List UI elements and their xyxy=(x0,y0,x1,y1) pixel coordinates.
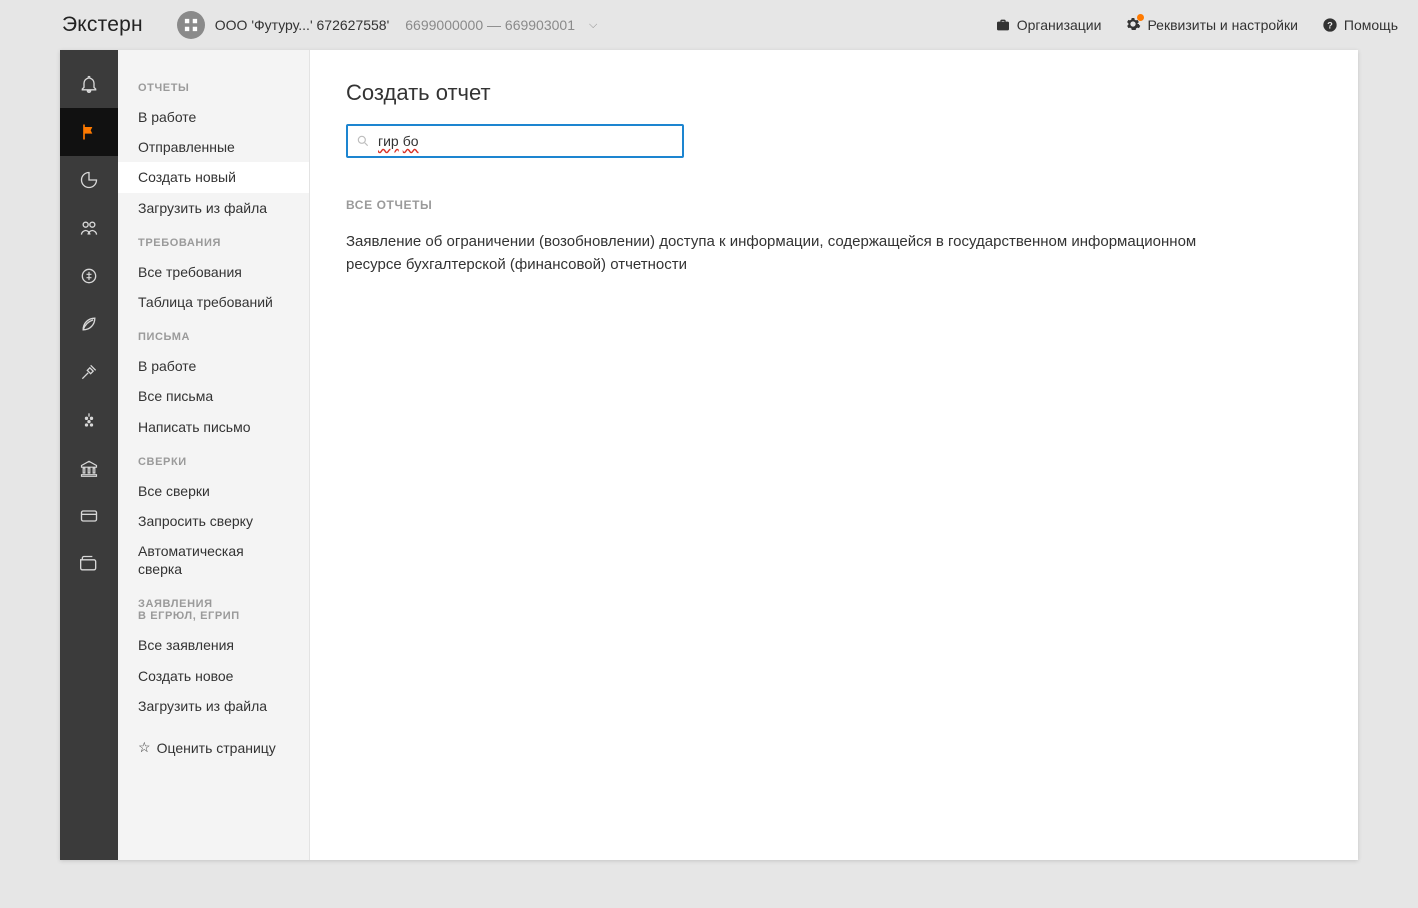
nav-analytics[interactable] xyxy=(60,156,118,204)
nav-leaf[interactable] xyxy=(60,300,118,348)
search-input[interactable]: гир бо xyxy=(346,124,684,158)
sidebar-item-create-new[interactable]: Создать новый xyxy=(118,162,309,192)
question-icon: ? xyxy=(1322,17,1338,33)
sidebar-item-all-sverki[interactable]: Все сверки xyxy=(118,476,309,506)
sidebar-item-write-letter[interactable]: Написать письмо xyxy=(118,412,309,442)
grapes-icon xyxy=(79,410,99,430)
org-codes: 6699000000 — 669903001 xyxy=(405,17,575,33)
side-group-requirements: ТРЕБОВАНИЯ Все требования Таблица требов… xyxy=(118,223,309,317)
bank-icon xyxy=(79,458,99,478)
briefcase-icon xyxy=(995,17,1011,33)
search-word-2: бо xyxy=(403,133,419,149)
sidebar-item-create-zayav[interactable]: Создать новое xyxy=(118,661,309,691)
nav-people[interactable] xyxy=(60,204,118,252)
side-title-reports: ОТЧЕТЫ xyxy=(118,68,309,102)
side-title-requirements: ТРЕБОВАНИЯ xyxy=(118,223,309,257)
nav-coin[interactable] xyxy=(60,252,118,300)
sidebar-item-request-sverka[interactable]: Запросить сверку xyxy=(118,506,309,536)
icon-sidebar xyxy=(60,50,118,860)
settings-label: Реквизиты и настройки xyxy=(1147,17,1297,33)
search-word-1: гир xyxy=(378,133,399,149)
nav-notifications[interactable] xyxy=(60,60,118,108)
report-result[interactable]: Заявление об ограничении (возобновлении)… xyxy=(346,230,1226,277)
organizations-label: Организации xyxy=(1017,17,1102,33)
nav-bank[interactable] xyxy=(60,444,118,492)
org-selector[interactable]: ООО 'Футуру...' 672627558' 6699000000 — … xyxy=(177,11,598,39)
top-links: Организации Реквизиты и настройки ? Помо… xyxy=(995,16,1398,35)
nav-reports[interactable] xyxy=(60,108,118,156)
pie-icon xyxy=(79,170,99,190)
help-link[interactable]: ? Помощь xyxy=(1322,17,1398,33)
app-logo: Экстерн xyxy=(0,13,177,37)
star-icon: ☆ xyxy=(138,739,151,756)
top-bar: Экстерн ООО 'Футуру...' 672627558' 66990… xyxy=(0,0,1418,50)
flag-icon xyxy=(79,122,99,142)
help-label: Помощь xyxy=(1344,17,1398,33)
people-icon xyxy=(79,218,99,238)
leaf-icon xyxy=(79,314,99,334)
sidebar-item-in-work[interactable]: В работе xyxy=(118,102,309,132)
sidebar-item-all-reqs[interactable]: Все требования xyxy=(118,257,309,287)
page-title: Создать отчет xyxy=(346,80,1322,106)
sidebar-rate-label: Оценить страницу xyxy=(157,740,276,756)
side-group-reports: ОТЧЕТЫ В работе Отправленные Создать нов… xyxy=(118,68,309,223)
main-content: Создать отчет гир бо ВСЕ ОТЧЕТЫ Заявлени… xyxy=(310,50,1358,860)
side-title-letters: ПИСЬМА xyxy=(118,317,309,351)
side-group-letters: ПИСЬМА В работе Все письма Написать пись… xyxy=(118,317,309,442)
nav-card[interactable] xyxy=(60,492,118,540)
organizations-link[interactable]: Организации xyxy=(995,17,1102,33)
tools-icon xyxy=(79,362,99,382)
sidebar: ОТЧЕТЫ В работе Отправленные Создать нов… xyxy=(118,50,310,860)
chevron-down-icon: ⌵ xyxy=(589,19,597,32)
all-reports-label: ВСЕ ОТЧЕТЫ xyxy=(346,198,1322,212)
sidebar-item-req-table[interactable]: Таблица требований xyxy=(118,287,309,317)
wallet-icon xyxy=(79,554,99,574)
sidebar-item-upload-zayav[interactable]: Загрузить из файла xyxy=(118,691,309,721)
sidebar-item-all-zayav[interactable]: Все заявления xyxy=(118,630,309,660)
sidebar-item-sent[interactable]: Отправленные xyxy=(118,132,309,162)
sidebar-rate-page[interactable]: ☆ Оценить страницу xyxy=(118,721,309,762)
search-wrap: гир бо xyxy=(346,124,684,158)
side-group-zayav: ЗАЯВЛЕНИЯ В ЕГРЮЛ, ЕГРИП Все заявления С… xyxy=(118,584,309,721)
settings-link[interactable]: Реквизиты и настройки xyxy=(1125,16,1297,35)
nav-wallet[interactable] xyxy=(60,540,118,588)
svg-text:?: ? xyxy=(1327,20,1333,30)
bell-icon xyxy=(79,74,99,94)
side-title-sverki: СВЕРКИ xyxy=(118,442,309,476)
nav-grapes[interactable] xyxy=(60,396,118,444)
side-title-zayav: ЗАЯВЛЕНИЯ В ЕГРЮЛ, ЕГРИП xyxy=(118,584,309,630)
search-icon xyxy=(356,134,370,148)
sidebar-item-all-letters[interactable]: Все письма xyxy=(118,381,309,411)
card-icon xyxy=(79,506,99,526)
coin-icon xyxy=(79,266,99,286)
nav-tools[interactable] xyxy=(60,348,118,396)
grid-icon xyxy=(177,11,205,39)
org-name: ООО 'Футуру...' 672627558' xyxy=(215,17,390,33)
sidebar-item-letters-work[interactable]: В работе xyxy=(118,351,309,381)
side-group-sverki: СВЕРКИ Все сверки Запросить сверку Автом… xyxy=(118,442,309,585)
sidebar-item-upload[interactable]: Загрузить из файла xyxy=(118,193,309,223)
sidebar-item-auto-sverka[interactable]: Автоматическая сверка xyxy=(118,536,309,584)
gear-icon xyxy=(1125,16,1141,35)
